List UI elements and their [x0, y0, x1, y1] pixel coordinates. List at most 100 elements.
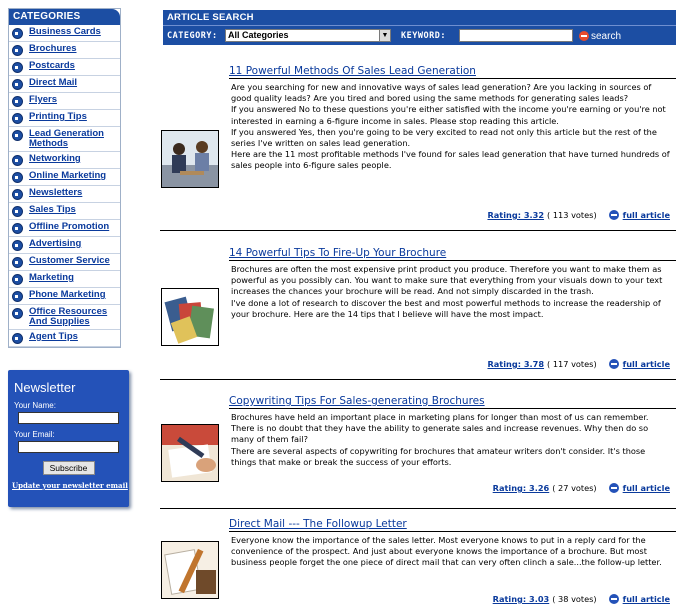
category-link[interactable]: Networking	[29, 154, 81, 164]
category-item-agent-tips[interactable]: Agent Tips	[9, 330, 120, 347]
category-link[interactable]: Lead Generation Methods	[29, 129, 118, 149]
category-item-business-cards[interactable]: Business Cards	[9, 25, 120, 42]
email-field[interactable]	[18, 441, 119, 453]
separator-line	[160, 230, 676, 231]
category-item-online-marketing[interactable]: Online Marketing	[9, 169, 120, 186]
category-link[interactable]: Customer Service	[29, 256, 110, 266]
category-link[interactable]: Postcards	[29, 61, 75, 71]
article-thumbnail	[161, 541, 219, 599]
rating-link[interactable]: Rating: 3.26	[493, 483, 550, 493]
full-article-link[interactable]: full article	[608, 483, 670, 493]
category-link[interactable]: Online Marketing	[29, 171, 106, 181]
arrow-bullet-icon	[12, 291, 23, 302]
newsletter-box: Newsletter Your Name: Your Email: Subscr…	[8, 370, 129, 507]
article-rating-row: Rating: 3.32 ( 113 votes) full article	[487, 210, 670, 220]
arrow-bullet-icon	[12, 274, 23, 285]
article-summary: Are you searching for new and innovative…	[231, 82, 672, 172]
arrow-bullet-icon	[12, 308, 23, 319]
article-item: 14 Powerful Tips To Fire-Up Your Brochur…	[160, 244, 676, 374]
arrow-circle-icon	[579, 31, 589, 41]
category-link[interactable]: Direct Mail	[29, 78, 77, 88]
title-rule	[229, 78, 676, 79]
category-item-advertising[interactable]: Advertising	[9, 237, 120, 254]
category-link[interactable]: Office Resources And Supplies	[29, 307, 118, 327]
full-article-link[interactable]: full article	[608, 359, 670, 369]
category-link[interactable]: Newsletters	[29, 188, 82, 198]
full-article-link[interactable]: full article	[608, 210, 670, 220]
arrow-bullet-icon	[12, 155, 23, 166]
full-article-label: full article	[622, 359, 670, 369]
search-button-label: search	[591, 30, 622, 42]
category-item-offline-promotion[interactable]: Offline Promotion	[9, 220, 120, 237]
category-item-lead-generation[interactable]: Lead Generation Methods	[9, 127, 120, 152]
category-item-customer-service[interactable]: Customer Service	[9, 254, 120, 271]
vote-count: ( 113 votes)	[547, 210, 597, 220]
article-rating-row: Rating: 3.78 ( 117 votes) full article	[487, 359, 670, 369]
category-link[interactable]: Offline Promotion	[29, 222, 109, 232]
article-summary: Brochures have held an important place i…	[231, 412, 672, 468]
category-link[interactable]: Advertising	[29, 239, 81, 249]
category-item-sales-tips[interactable]: Sales Tips	[9, 203, 120, 220]
keyword-input[interactable]	[459, 29, 573, 42]
category-item-flyers[interactable]: Flyers	[9, 93, 120, 110]
chevron-down-icon[interactable]: ▼	[379, 30, 390, 41]
rating-link[interactable]: Rating: 3.32	[487, 210, 544, 220]
category-label: CATEGORY:	[167, 31, 218, 41]
summary-paragraph: There are several aspects of copywriting…	[231, 445, 646, 467]
article-search-bar: ARTICLE SEARCH CATEGORY: All Categories …	[163, 10, 676, 45]
arrow-bullet-icon	[12, 62, 23, 73]
keyword-label: KEYWORD:	[401, 31, 446, 41]
search-divider	[163, 25, 676, 26]
vote-count: ( 117 votes)	[547, 359, 597, 369]
arrow-circle-icon	[608, 210, 619, 220]
arrow-bullet-icon	[12, 189, 23, 200]
title-rule	[229, 531, 676, 532]
category-link[interactable]: Sales Tips	[29, 205, 76, 215]
category-item-direct-mail[interactable]: Direct Mail	[9, 76, 120, 93]
arrow-bullet-icon	[12, 28, 23, 39]
category-link[interactable]: Agent Tips	[29, 332, 78, 342]
search-title: ARTICLE SEARCH	[167, 12, 254, 23]
update-newsletter-link[interactable]: Update your newsletter email	[8, 481, 129, 490]
arrow-bullet-icon	[12, 113, 23, 124]
arrow-bullet-icon	[12, 130, 23, 141]
category-link[interactable]: Brochures	[29, 44, 77, 54]
name-field[interactable]	[18, 412, 119, 424]
category-select[interactable]: All Categories ▼	[225, 29, 391, 42]
arrow-bullet-icon	[12, 79, 23, 90]
article-title-link[interactable]: 11 Powerful Methods Of Sales Lead Genera…	[229, 65, 476, 77]
full-article-label: full article	[622, 483, 670, 493]
categories-panel: CATEGORIES Business Cards Brochures Post…	[8, 8, 121, 348]
article-thumbnail	[161, 288, 219, 346]
arrow-circle-icon	[608, 483, 619, 493]
arrow-circle-icon	[608, 359, 619, 369]
category-item-printing-tips[interactable]: Printing Tips	[9, 110, 120, 127]
category-item-office-resources[interactable]: Office Resources And Supplies	[9, 305, 120, 330]
title-rule	[229, 408, 676, 409]
rating-link[interactable]: Rating: 3.78	[487, 359, 544, 369]
category-item-networking[interactable]: Networking	[9, 152, 120, 169]
article-title-link[interactable]: 14 Powerful Tips To Fire-Up Your Brochur…	[229, 247, 446, 259]
article-separator	[160, 508, 676, 509]
arrow-bullet-icon	[12, 206, 23, 217]
category-item-brochures[interactable]: Brochures	[9, 42, 120, 59]
article-thumbnail	[161, 424, 219, 482]
brochures-photo-icon	[162, 289, 218, 345]
category-link[interactable]: Phone Marketing	[29, 290, 106, 300]
article-item: Direct Mail --- The Followup Letter Ever…	[160, 515, 676, 604]
separator-line	[160, 508, 676, 509]
category-item-phone-marketing[interactable]: Phone Marketing	[9, 288, 120, 305]
category-item-postcards[interactable]: Postcards	[9, 59, 120, 76]
category-link[interactable]: Printing Tips	[29, 112, 87, 122]
article-title-link[interactable]: Direct Mail --- The Followup Letter	[229, 518, 407, 530]
category-link[interactable]: Marketing	[29, 273, 74, 283]
category-item-marketing[interactable]: Marketing	[9, 271, 120, 288]
category-item-newsletters[interactable]: Newsletters	[9, 186, 120, 203]
search-button[interactable]: search	[579, 30, 621, 42]
subscribe-button[interactable]: Subscribe	[42, 461, 95, 475]
category-link[interactable]: Business Cards	[29, 27, 101, 37]
arrow-bullet-icon	[12, 96, 23, 107]
article-separator	[160, 379, 676, 380]
article-title-link[interactable]: Copywriting Tips For Sales-generating Br…	[229, 395, 485, 407]
category-link[interactable]: Flyers	[29, 95, 57, 105]
